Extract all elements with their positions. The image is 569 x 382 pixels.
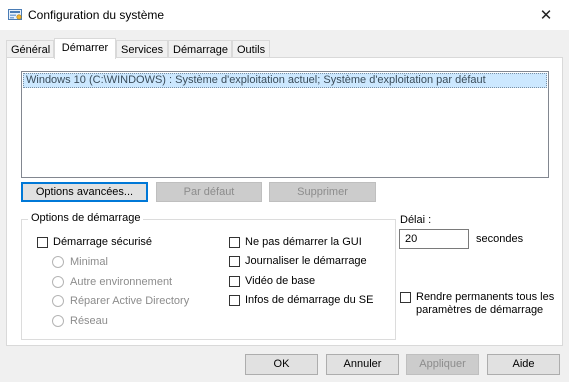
close-icon: ✕	[539, 7, 553, 24]
safe-mode-network-radio[interactable]	[52, 315, 64, 327]
base-video-label: Vidéo de base	[245, 275, 316, 287]
safe-boot-option[interactable]: Démarrage sécurisé	[37, 235, 152, 249]
safe-mode-active-directory-radio[interactable]	[52, 295, 64, 307]
no-gui-boot-label: Ne pas démarrer la GUI	[245, 236, 362, 248]
system-configuration-dialog: Configuration du système ✕ Général Démar…	[0, 0, 569, 382]
safe-mode-network-label: Réseau	[70, 315, 108, 327]
base-video-option[interactable]: Vidéo de base	[229, 274, 315, 288]
window-title: Configuration du système	[28, 8, 165, 22]
safe-mode-active-directory-label: Réparer Active Directory	[70, 295, 190, 307]
boot-tab-panel: Windows 10 (C:\WINDOWS) : Système d'expl…	[6, 57, 563, 346]
safe-mode-alternate-shell-label: Autre environnement	[70, 276, 173, 288]
os-boot-info-checkbox[interactable]	[229, 294, 240, 306]
safe-mode-minimal-radio[interactable]	[52, 256, 64, 268]
ok-button[interactable]: OK	[245, 354, 318, 375]
base-video-checkbox[interactable]	[229, 275, 240, 287]
safe-mode-minimal-option[interactable]: Minimal	[52, 255, 108, 269]
boot-log-option[interactable]: Journaliser le démarrage	[229, 254, 367, 268]
boot-options-group: Options de démarrage Démarrage sécurisé …	[21, 212, 396, 340]
os-boot-info-label: Infos de démarrage du SE	[245, 294, 374, 306]
tab-startup[interactable]: Démarrage	[168, 40, 232, 58]
cancel-button[interactable]: Annuler	[326, 354, 399, 375]
title-bar: Configuration du système ✕	[0, 0, 569, 30]
persist-settings-checkbox[interactable]	[400, 292, 411, 303]
tab-tools[interactable]: Outils	[232, 40, 270, 58]
boot-log-label: Journaliser le démarrage	[245, 255, 367, 267]
safe-boot-label: Démarrage sécurisé	[53, 236, 153, 248]
persist-settings-label: Rendre permanents tous les paramètres de…	[416, 291, 555, 316]
timeout-unit-label: secondes	[476, 233, 524, 245]
boot-entries-list[interactable]: Windows 10 (C:\WINDOWS) : Système d'expl…	[21, 71, 549, 178]
timeout-input[interactable]: 20	[399, 229, 469, 249]
safe-mode-alternate-shell-radio[interactable]	[52, 276, 64, 288]
os-boot-info-option[interactable]: Infos de démarrage du SE	[229, 293, 373, 307]
safe-boot-checkbox[interactable]	[37, 236, 48, 248]
persist-settings-option[interactable]: Rendre permanents tous les paramètres de…	[400, 291, 560, 317]
safe-mode-active-directory-option[interactable]: Réparer Active Directory	[52, 294, 189, 308]
no-gui-boot-option[interactable]: Ne pas démarrer la GUI	[229, 235, 362, 249]
set-default-button[interactable]: Par défaut	[156, 182, 262, 202]
tab-services[interactable]: Services	[116, 40, 168, 58]
boot-log-checkbox[interactable]	[229, 255, 240, 267]
delete-button[interactable]: Supprimer	[269, 182, 376, 202]
boot-options-title: Options de démarrage	[28, 212, 144, 224]
tab-general[interactable]: Général	[6, 40, 54, 58]
safe-mode-network-option[interactable]: Réseau	[52, 314, 108, 328]
apply-button[interactable]: Appliquer	[406, 354, 479, 375]
tab-boot[interactable]: Démarrer	[54, 38, 116, 59]
safe-mode-minimal-label: Minimal	[70, 256, 108, 268]
advanced-options-button[interactable]: Options avancées...	[21, 182, 148, 202]
msconfig-app-icon	[8, 9, 22, 20]
no-gui-boot-checkbox[interactable]	[229, 236, 240, 248]
boot-entry-item[interactable]: Windows 10 (C:\WINDOWS) : Système d'expl…	[23, 73, 547, 88]
close-button[interactable]: ✕	[523, 0, 569, 30]
help-button[interactable]: Aide	[487, 354, 560, 375]
safe-mode-alternate-shell-option[interactable]: Autre environnement	[52, 275, 172, 289]
timeout-label: Délai :	[400, 214, 432, 226]
